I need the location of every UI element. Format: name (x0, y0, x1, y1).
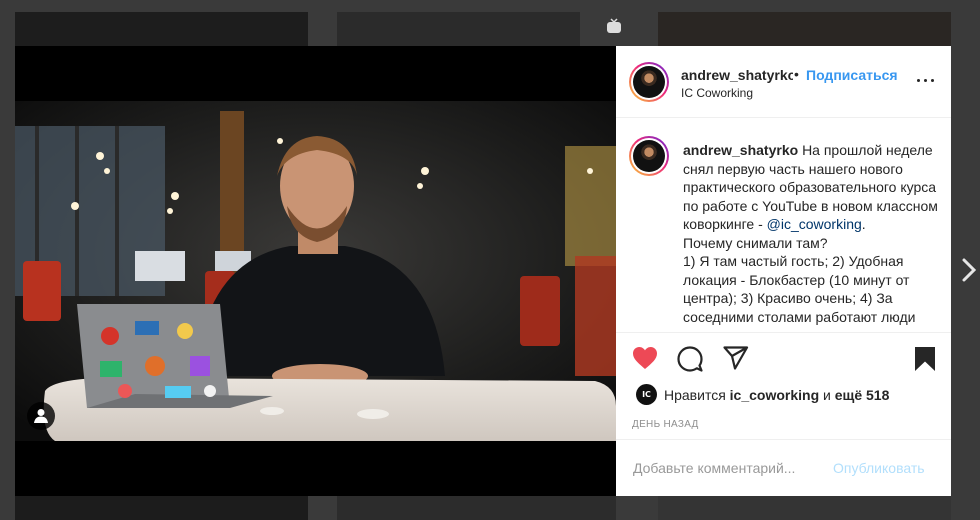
igtv-icon (607, 18, 621, 33)
follow-button[interactable]: Подписаться (806, 67, 898, 83)
comment-icon[interactable] (677, 346, 703, 372)
chevron-right-icon[interactable] (960, 256, 978, 284)
post-modal: andrew_shatyrko • Подписаться IC Coworki… (15, 46, 951, 496)
grid-post-thumbnail[interactable] (658, 496, 951, 520)
caption-text: andrew_shatyrko На прошлой неделе снял п… (683, 141, 941, 326)
likes-summary: Нравится ic_coworking и ещё 518 (664, 387, 889, 403)
action-bar (616, 332, 951, 374)
user-tag-icon (34, 409, 48, 423)
likes-row: IC Нравится ic_coworking и ещё 518 (616, 380, 951, 410)
comment-form: Опубликовать (616, 439, 951, 496)
caption-mention[interactable]: @ic_coworking (767, 216, 862, 232)
comment-input[interactable] (633, 459, 823, 477)
caption-section: andrew_shatyrko На прошлой неделе снял п… (616, 119, 951, 332)
grid-post-thumbnail[interactable] (337, 496, 616, 520)
share-icon[interactable] (723, 346, 749, 370)
grid-post-thumbnail[interactable] (337, 12, 580, 46)
post-location[interactable]: IC Coworking (681, 86, 753, 100)
more-icon[interactable] (916, 73, 936, 87)
user-tag-button[interactable] (27, 402, 55, 430)
likes-connector: и (823, 387, 831, 403)
post-timestamp[interactable]: ДЕНЬ НАЗАД (632, 419, 699, 430)
caption-line: 1) Я там частый гость; 2) Удобная локаци… (683, 253, 916, 325)
heart-icon[interactable] (632, 346, 658, 370)
post-video[interactable] (15, 46, 616, 496)
grid-post-thumbnail[interactable] (15, 12, 308, 46)
separator-dot: • (794, 66, 799, 82)
caption-username[interactable]: andrew_shatyrko (683, 142, 798, 158)
grid-post-thumbnail[interactable] (15, 496, 308, 520)
post-header: andrew_shatyrko • Подписаться IC Coworki… (616, 46, 951, 118)
publish-button[interactable]: Опубликовать (833, 460, 925, 476)
caption-line: Почему снимали там? (683, 234, 828, 251)
grid-post-thumbnail[interactable] (658, 12, 951, 46)
bookmark-icon[interactable] (914, 346, 936, 372)
caption-avatar[interactable] (629, 136, 669, 176)
likes-prefix: Нравится (664, 387, 726, 403)
avatar[interactable] (629, 62, 669, 102)
video-frame (15, 46, 616, 496)
likes-count[interactable]: ещё 518 (835, 387, 890, 403)
post-sidebar: andrew_shatyrko • Подписаться IC Coworki… (616, 46, 951, 496)
liker-avatar[interactable]: IC (636, 384, 657, 405)
author-username[interactable]: andrew_shatyrko (681, 67, 793, 83)
caption-period: . (861, 216, 866, 232)
liker-username[interactable]: ic_coworking (730, 387, 819, 403)
